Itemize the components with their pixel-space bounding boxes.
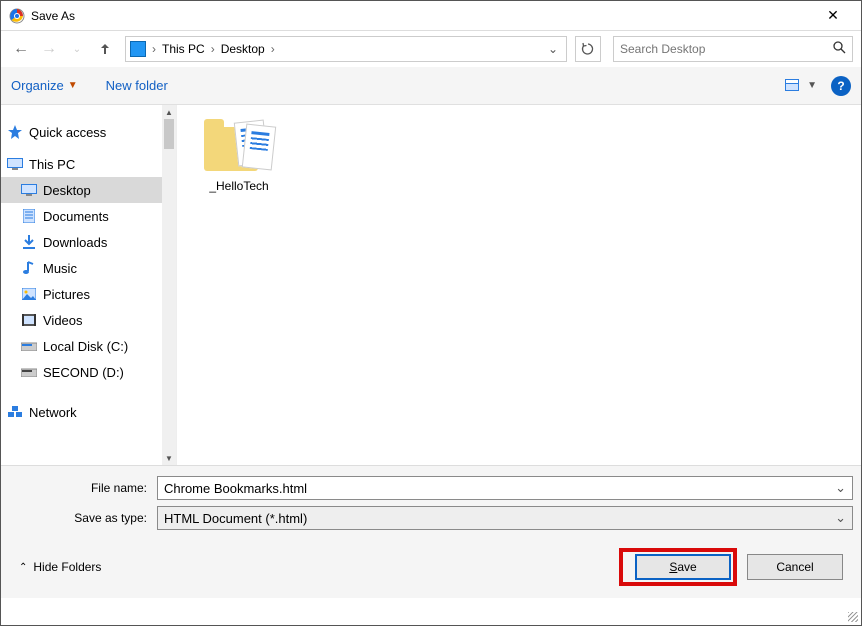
scroll-thumb[interactable]	[164, 119, 174, 149]
filename-label: File name:	[9, 481, 157, 495]
sidebar-scrollbar[interactable]: ▲ ▼	[162, 105, 176, 465]
video-icon	[21, 312, 37, 328]
sidebar-item-music[interactable]: Music	[1, 255, 176, 281]
monitor-icon	[130, 41, 146, 57]
chevron-up-icon: ⌃	[19, 562, 27, 573]
chevron-right-icon: ›	[269, 42, 277, 56]
sidebar-item-local-disk-c[interactable]: Local Disk (C:)	[1, 333, 176, 359]
scroll-down-icon[interactable]: ▼	[162, 451, 176, 465]
filename-input[interactable]	[164, 481, 835, 496]
picture-icon	[21, 286, 37, 302]
filename-field[interactable]: ⌄	[157, 476, 853, 500]
view-menu[interactable]: ▼	[783, 77, 819, 95]
network-icon	[7, 404, 23, 420]
drive-icon	[21, 338, 37, 354]
chevron-right-icon: ›	[209, 42, 217, 56]
monitor-icon	[7, 156, 23, 172]
drive-icon	[21, 364, 37, 380]
save-highlight: Save	[619, 548, 737, 586]
nav-bar: ← → ⌄ › This PC › Desktop › ⌄	[1, 31, 861, 67]
sidebar-item-downloads[interactable]: Downloads	[1, 229, 176, 255]
chevron-down-icon: ▼	[807, 80, 817, 91]
folder-icon	[204, 119, 274, 175]
music-icon	[21, 260, 37, 276]
view-icon	[785, 79, 803, 93]
address-bar[interactable]: › This PC › Desktop › ⌄	[125, 36, 567, 62]
sidebar-this-pc[interactable]: This PC	[1, 151, 176, 177]
toolbar: Organize ▼ New folder ▼ ?	[1, 67, 861, 105]
hide-folders-toggle[interactable]: ⌃ Hide Folders	[19, 560, 101, 574]
back-button[interactable]: ←	[9, 37, 33, 61]
download-icon	[21, 234, 37, 250]
recent-dropdown[interactable]: ⌄	[65, 37, 89, 61]
folder-item[interactable]: _HelloTech	[191, 119, 287, 193]
new-folder-button[interactable]: New folder	[106, 78, 168, 93]
search-input[interactable]	[620, 42, 833, 56]
title-bar: Save As ✕	[1, 1, 861, 31]
folder-name: _HelloTech	[209, 179, 268, 193]
document-icon	[21, 208, 37, 224]
close-button[interactable]: ✕	[813, 7, 853, 24]
footer: File name: ⌄ Save as type: HTML Document…	[1, 465, 861, 598]
scroll-up-icon[interactable]: ▲	[162, 105, 176, 119]
chevron-down-icon[interactable]: ⌄	[835, 510, 846, 526]
file-list[interactable]: _HelloTech	[177, 105, 861, 465]
chevron-down-icon: ▼	[68, 80, 78, 91]
address-dropdown[interactable]: ⌄	[544, 42, 562, 56]
window-title: Save As	[31, 9, 813, 23]
sidebar-item-documents[interactable]: Documents	[1, 203, 176, 229]
sidebar-item-pictures[interactable]: Pictures	[1, 281, 176, 307]
forward-button[interactable]: →	[37, 37, 61, 61]
sidebar-item-desktop[interactable]: Desktop	[1, 177, 176, 203]
star-icon	[7, 124, 23, 140]
savetype-value: HTML Document (*.html)	[164, 511, 835, 526]
sidebar-quick-access[interactable]: Quick access	[1, 119, 176, 145]
breadcrumb-this-pc[interactable]: This PC	[158, 42, 209, 56]
sidebar-item-second-d[interactable]: SECOND (D:)	[1, 359, 176, 385]
sidebar-item-videos[interactable]: Videos	[1, 307, 176, 333]
chevron-down-icon[interactable]: ⌄	[835, 480, 846, 496]
chevron-right-icon: ›	[150, 42, 158, 56]
resize-grip[interactable]	[848, 612, 858, 622]
organize-menu[interactable]: Organize ▼	[11, 78, 78, 93]
app-icon	[9, 8, 25, 24]
monitor-icon	[21, 182, 37, 198]
sidebar: Quick access This PC Desktop Documents D…	[1, 105, 177, 465]
breadcrumb-desktop[interactable]: Desktop	[217, 42, 269, 56]
save-button[interactable]: Save	[635, 554, 731, 580]
cancel-button[interactable]: Cancel	[747, 554, 843, 580]
sidebar-network[interactable]: Network	[1, 399, 176, 425]
savetype-label: Save as type:	[9, 511, 157, 525]
up-button[interactable]	[93, 37, 117, 61]
search-box[interactable]	[613, 36, 853, 62]
refresh-button[interactable]	[575, 36, 601, 62]
help-button[interactable]: ?	[831, 76, 851, 96]
savetype-field[interactable]: HTML Document (*.html) ⌄	[157, 506, 853, 530]
search-icon[interactable]	[833, 41, 846, 57]
